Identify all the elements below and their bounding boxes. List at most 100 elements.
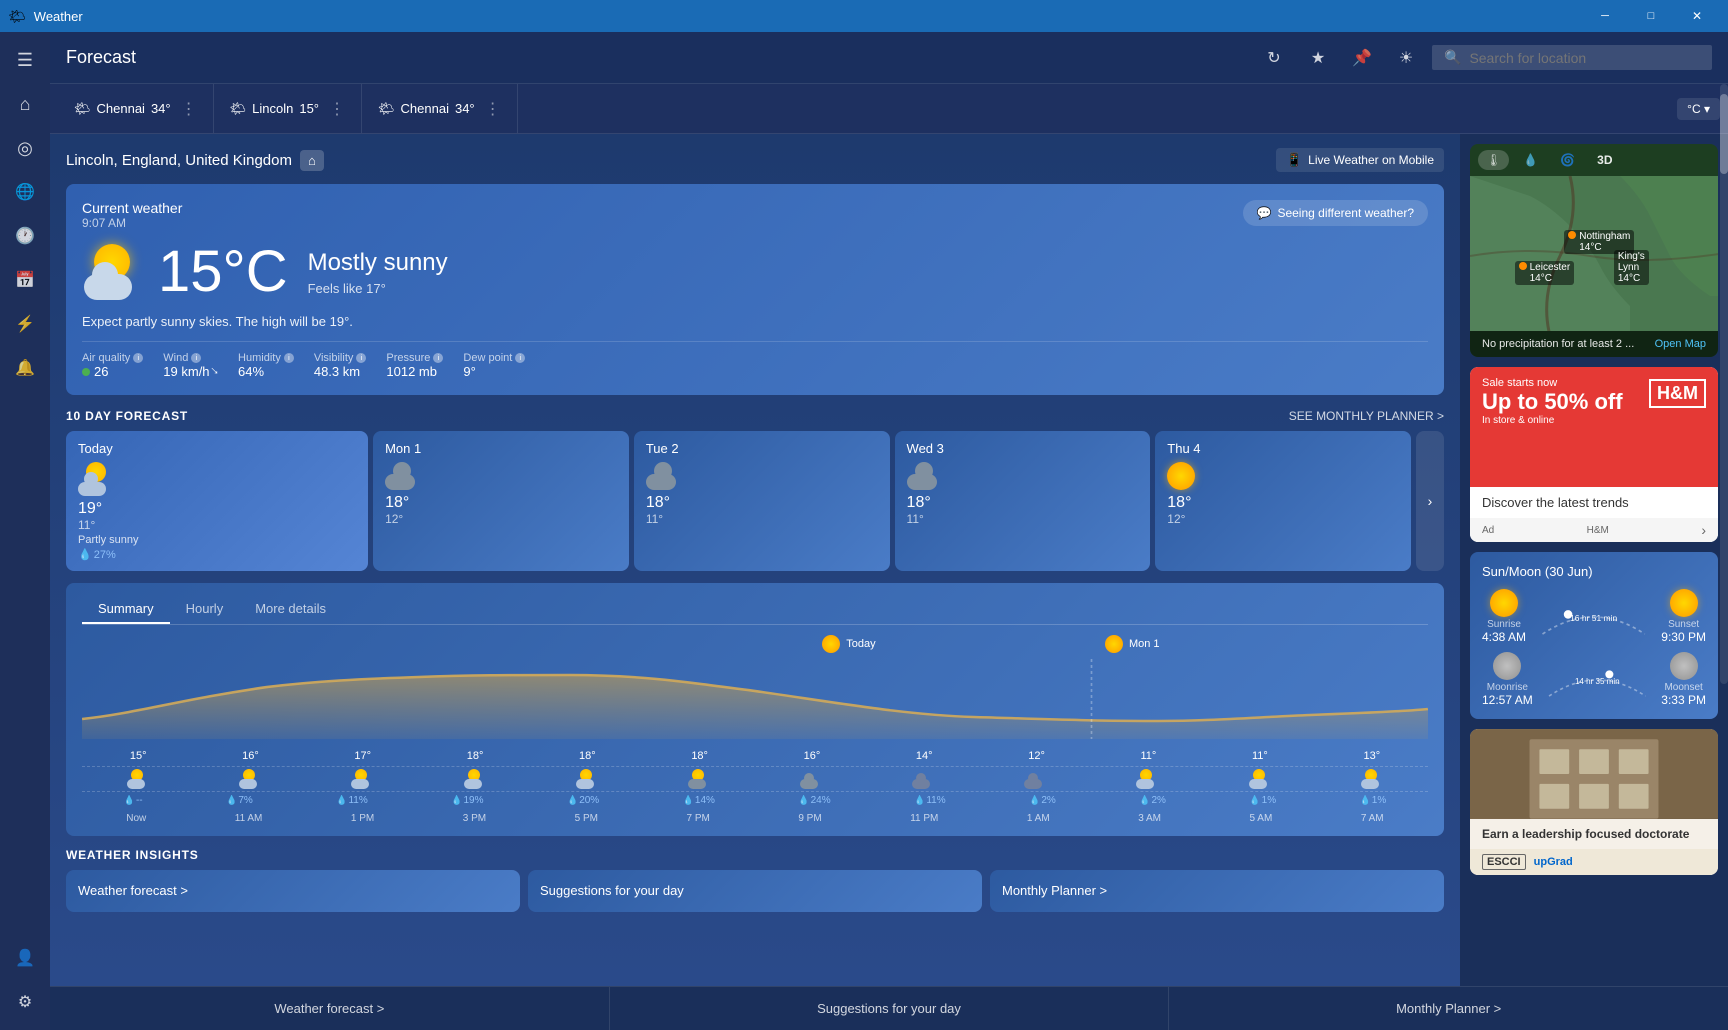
rain-0: 💧-- [124, 795, 143, 806]
open-map-button[interactable]: Open Map [1655, 338, 1706, 350]
close-button[interactable]: ✕ [1674, 0, 1720, 32]
ad-label: Ad [1482, 525, 1494, 536]
current-weather-icon [82, 240, 146, 304]
temp-label-3: 18° [467, 750, 484, 762]
sidebar-item-sports[interactable]: ⚡ [5, 304, 45, 344]
temperature-chart [82, 659, 1428, 739]
sidebar-item-map[interactable]: ◎ [5, 128, 45, 168]
home-button[interactable]: ⌂ [300, 150, 324, 171]
chart-icon-6 [800, 769, 822, 789]
refresh-button[interactable]: ↻ [1256, 40, 1292, 76]
rain-5: 💧14% [683, 795, 715, 806]
forecast-condition-today: Partly sunny [78, 534, 356, 546]
sidebar-menu-icon[interactable]: ☰ [5, 40, 45, 80]
sidebar-item-settings[interactable]: ⚙ [5, 982, 45, 1022]
moonset-label: Moonset [1661, 682, 1706, 693]
insight-card-monthly-planner[interactable]: Monthly Planner > [990, 870, 1444, 912]
right-panel: 🌡 💧 🌀 3D [1460, 134, 1728, 986]
location-icon-0: 🌤 [74, 101, 91, 117]
temp-label-9: 11° [1141, 750, 1157, 762]
sidebar-item-calendar[interactable]: 📅 [5, 260, 45, 300]
current-weather-time: 9:07 AM [82, 216, 182, 230]
location-menu-1[interactable]: ⋮ [329, 99, 345, 119]
location-menu-2[interactable]: ⋮ [485, 99, 501, 119]
search-icon: 🔍 [1444, 49, 1461, 66]
sidebar: ☰ ⌂ ◎ 🌐 🕐 📅 ⚡ 🔔 👤 ⚙ [0, 32, 50, 1030]
location-temp-0: 34° [151, 101, 171, 116]
map-tab-water[interactable]: 💧 [1515, 150, 1546, 170]
location-item-1[interactable]: 🌤 Lincoln 15° ⋮ [214, 84, 362, 133]
sidebar-item-home[interactable]: ⌂ [5, 84, 45, 124]
precipitation-text: No precipitation for at least 2 ... [1482, 338, 1634, 350]
bottom-item-suggestions[interactable]: Suggestions for your day [610, 987, 1170, 1030]
time-1: 11 AM [235, 813, 263, 824]
forecast-card-tue[interactable]: Tue 2 18° 11° [634, 431, 890, 571]
map-tab-temperature[interactable]: 🌡 [1478, 150, 1509, 170]
live-weather-button[interactable]: 📱 Live Weather on Mobile [1276, 148, 1444, 172]
sidebar-item-history[interactable]: 🕐 [5, 216, 45, 256]
location-item-0[interactable]: 🌤 Chennai 34° ⋮ [58, 84, 214, 133]
bottom-item-monthly-planner[interactable]: Monthly Planner > [1169, 987, 1728, 1030]
tab-hourly[interactable]: Hourly [170, 595, 240, 624]
forecast-icon-thu [1167, 462, 1195, 490]
ad-more-icon[interactable]: › [1701, 522, 1706, 538]
forecast-next-button[interactable]: › [1416, 431, 1444, 571]
rain-3: 💧19% [451, 795, 483, 806]
search-box[interactable]: 🔍 [1432, 45, 1712, 70]
brightness-button[interactable]: ☀ [1388, 40, 1424, 76]
sunrise-icon [1490, 589, 1518, 617]
sidebar-item-profile[interactable]: 👤 [5, 938, 45, 978]
map-display[interactable]: Nottingham14°C Leicester14°C King'sLynn1… [1470, 176, 1718, 331]
rain-6: 💧24% [798, 795, 830, 806]
map-city-kings-lynn: King'sLynn14°C [1614, 250, 1649, 285]
ad-image[interactable]: Sale starts now Up to 50% off In store &… [1470, 367, 1718, 487]
favorites-button[interactable]: ★ [1300, 40, 1336, 76]
current-temp: 15°C [158, 243, 288, 301]
bottom-item-weather-forecast[interactable]: Weather forecast > [50, 987, 610, 1030]
maximize-button[interactable]: □ [1628, 0, 1674, 32]
seeing-different-button[interactable]: 💬 Seeing different weather? [1243, 200, 1429, 226]
unit-selector[interactable]: °C ▾ [1677, 98, 1720, 120]
live-weather-label: Live Weather on Mobile [1308, 153, 1434, 167]
sunset-label: Sunset [1661, 619, 1706, 630]
location-temp-1: 15° [299, 101, 319, 116]
scrollbar[interactable] [1720, 134, 1728, 684]
forecast-card-thu[interactable]: Thu 4 18° 12° [1155, 431, 1411, 571]
time-8: 1 AM [1027, 813, 1050, 824]
sidebar-item-alerts[interactable]: 🔔 [5, 348, 45, 388]
svg-text:16 hr 51 min: 16 hr 51 min [1570, 613, 1618, 623]
rain-7: 💧11% [914, 795, 946, 806]
location-item-2[interactable]: 🌤 Chennai 34° ⋮ [362, 84, 518, 133]
monthly-planner-link[interactable]: SEE MONTHLY PLANNER > [1289, 409, 1444, 423]
insight-card-weather-forecast[interactable]: Weather forecast > [66, 870, 520, 912]
promo-card[interactable]: Earn a leadership focused doctorate ESCC… [1470, 729, 1718, 875]
temp-label-11: 13° [1363, 750, 1380, 762]
rain-8: 💧2% [1029, 795, 1056, 806]
moonset-icon [1670, 652, 1698, 680]
search-input[interactable] [1469, 50, 1700, 66]
ad-discount: Up to 50% off [1482, 389, 1623, 415]
insight-card-suggestions[interactable]: Suggestions for your day [528, 870, 982, 912]
app-title: Weather [34, 9, 83, 24]
moonrise-icon [1493, 652, 1521, 680]
location-header: Lincoln, England, United Kingdom ⌂ 📱 Liv… [66, 148, 1444, 172]
time-3: 3 PM [463, 813, 486, 824]
location-menu-0[interactable]: ⋮ [181, 99, 197, 119]
map-tab-3d[interactable]: 3D [1589, 150, 1620, 170]
map-tab-wind[interactable]: 🌀 [1552, 150, 1583, 170]
current-weather-label: Current weather [82, 200, 182, 216]
tab-summary[interactable]: Summary [82, 595, 170, 624]
location-city-1: Lincoln [252, 101, 293, 116]
temp-label-6: 16° [804, 750, 821, 762]
sidebar-item-globe[interactable]: 🌐 [5, 172, 45, 212]
minimize-button[interactable]: ─ [1582, 0, 1628, 32]
pin-button[interactable]: 📌 [1344, 40, 1380, 76]
ad-card: Sale starts now Up to 50% off In store &… [1470, 367, 1718, 542]
current-weather-card: Current weather 9:07 AM 💬 Seeing differe… [66, 184, 1444, 395]
day-marker-mon: Mon 1 [1105, 635, 1160, 653]
forecast-card-mon[interactable]: Mon 1 18° 12° [373, 431, 629, 571]
time-5: 7 PM [686, 813, 709, 824]
forecast-card-today[interactable]: Today 19° 11° Partly sunny 💧27% [66, 431, 368, 571]
tab-more-details[interactable]: More details [239, 595, 342, 624]
forecast-card-wed[interactable]: Wed 3 18° 11° [895, 431, 1151, 571]
